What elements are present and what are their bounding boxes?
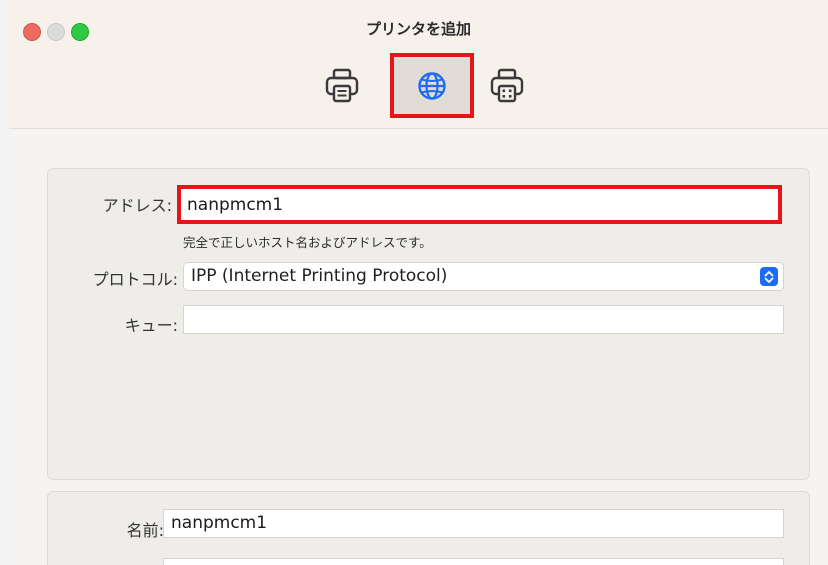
protocol-value: IPP (Internet Printing Protocol) [191,266,448,286]
address-label: アドレス: [102,196,172,215]
window-title: プリンタを追加 [365,20,471,38]
add-printer-window: プリンタを追加 アドレス: nanpmcm1 完全で正しいホスト名およびアドレス… [9,0,828,565]
protocol-label: プロトコル: [92,270,178,289]
toolbar-default-button[interactable] [312,56,372,116]
toolbar-windows-button[interactable] [477,56,537,116]
windows-printer-icon [490,68,524,103]
name-field[interactable]: nanpmcm1 [163,509,784,538]
chevron-up-down-icon[interactable] [760,267,778,286]
toolbar-ip-button[interactable] [390,53,474,118]
titlebar: プリンタを追加 [9,0,828,129]
address-field[interactable]: nanpmcm1 [177,185,782,224]
queue-field[interactable] [183,305,784,334]
printer-icon [325,68,359,103]
name-label: 名前: [126,521,164,540]
globe-icon [418,71,446,100]
protocol-select[interactable]: IPP (Internet Printing Protocol) [183,262,784,291]
location-field[interactable] [163,558,784,565]
queue-label: キュー: [124,316,178,335]
address-hint: 完全で正しいホスト名およびアドレスです。 [183,235,432,250]
